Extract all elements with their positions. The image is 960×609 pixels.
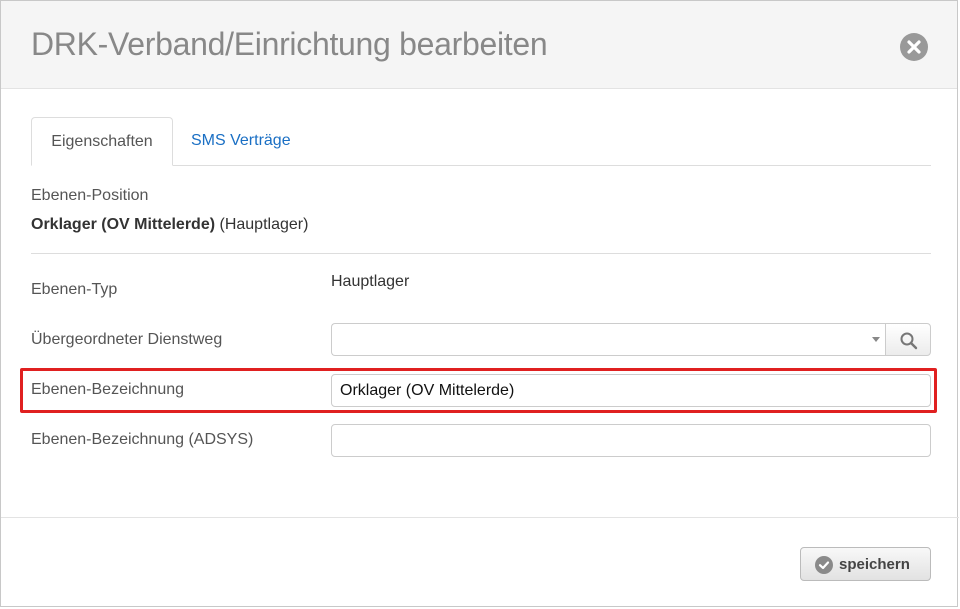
edit-dialog: DRK-Verband/Einrichtung bearbeiten Eigen…	[0, 0, 959, 607]
close-icon	[907, 40, 921, 54]
section-divider	[31, 253, 931, 254]
adsys-input[interactable]	[331, 424, 931, 457]
type-label: Ebenen-Typ	[31, 281, 118, 298]
adsys-label: Ebenen-Bezeichnung (ADSYS)	[31, 431, 254, 448]
check-icon	[815, 556, 833, 574]
search-icon	[900, 332, 918, 350]
tab-eigenschaften[interactable]: Eigenschaften	[31, 117, 173, 166]
position-value: Orklager (OV Mittelerde) (Hauptlager)	[31, 216, 308, 234]
parent-select[interactable]	[331, 323, 886, 356]
search-button[interactable]	[885, 323, 931, 356]
footer-divider	[1, 517, 959, 518]
dialog-title: DRK-Verband/Einrichtung bearbeiten	[31, 26, 548, 62]
parent-label: Übergeordneter Dienstweg	[31, 331, 223, 348]
tab-sms-vertraege[interactable]: SMS Verträge	[191, 117, 291, 165]
name-input[interactable]	[331, 374, 931, 407]
close-button[interactable]	[900, 33, 928, 61]
save-label: speichern	[839, 556, 910, 573]
position-suffix: (Hauptlager)	[215, 216, 309, 233]
chevron-down-icon	[872, 337, 880, 342]
type-value: Hauptlager	[331, 273, 410, 290]
dialog-header: DRK-Verband/Einrichtung bearbeiten	[1, 1, 957, 89]
tab-bar: Eigenschaften SMS Verträge	[31, 117, 931, 166]
position-label: Ebenen-Position	[31, 187, 149, 204]
name-label: Ebenen-Bezeichnung	[31, 381, 185, 398]
position-name: Orklager (OV Mittelerde)	[31, 216, 216, 233]
save-button[interactable]: speichern	[800, 547, 931, 581]
